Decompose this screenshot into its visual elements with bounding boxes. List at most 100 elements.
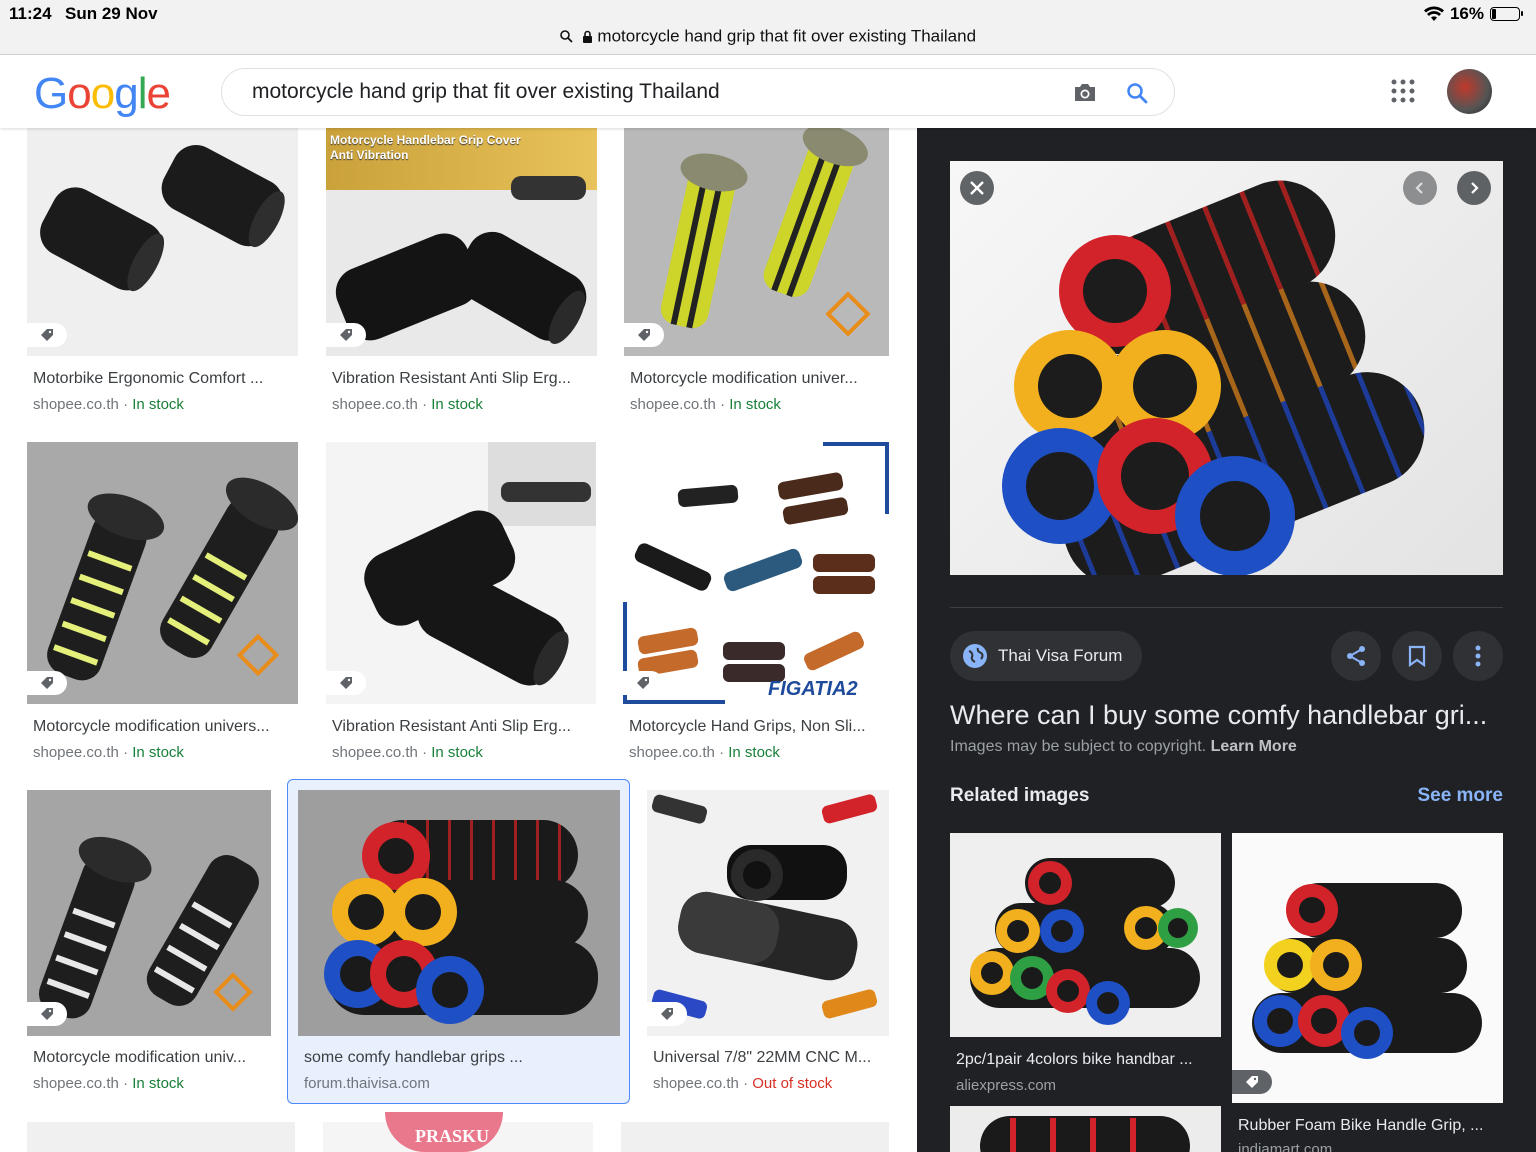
result-card-selected[interactable]: some comfy handlebar grips ... forum.tha… — [298, 790, 620, 1092]
result-source: shopee.co.th · Out of stock — [653, 1075, 833, 1092]
google-logo[interactable]: Google — [34, 69, 171, 119]
result-title: Universal 7/8" 22MM CNC M... — [653, 1049, 872, 1066]
result-thumbnail[interactable] — [27, 128, 298, 356]
status-time: 11:24 — [9, 4, 52, 23]
related-image-partial[interactable] — [950, 1106, 1221, 1152]
preview-title[interactable]: Where can I buy some comfy handlebar gri… — [950, 700, 1487, 731]
result-thumbnail[interactable]: Motorcycle Handlebar Grip Cover Anti Vib… — [326, 128, 597, 356]
share-button[interactable] — [1331, 631, 1381, 681]
copyright-notice: Images may be subject to copyright. Lear… — [950, 738, 1297, 755]
result-thumbnail[interactable] — [647, 790, 889, 1036]
search-submit-icon[interactable] — [1125, 81, 1149, 105]
result-card[interactable]: Vibration Resistant Anti Slip Erg... sho… — [326, 442, 598, 762]
shopping-tag-icon — [623, 671, 663, 695]
result-card[interactable]: Motorcycle modification univers... shope… — [27, 442, 299, 762]
shopping-tag-icon — [326, 671, 366, 695]
result-source: shopee.co.th · In stock — [33, 396, 184, 413]
result-title: Vibration Resistant Anti Slip Erg... — [332, 370, 571, 387]
shopping-tag-icon — [27, 323, 67, 347]
apps-grid-icon[interactable] — [1391, 79, 1415, 103]
result-source: shopee.co.th · In stock — [33, 744, 184, 761]
related-title: Rubber Foam Bike Handle Grip, ... — [1238, 1117, 1484, 1134]
source-chip[interactable]: Thai Visa Forum — [950, 631, 1143, 681]
result-card[interactable]: Universal 7/8" 22MM CNC M... shopee.co.t… — [647, 790, 890, 1092]
result-card[interactable]: Motorbike Ergonomic Comfort ... shopee.c… — [27, 128, 299, 418]
more-vert-icon — [1475, 645, 1481, 667]
status-bar: 11:24 Sun 29 Nov 16% motorcycle hand gri… — [0, 0, 1536, 55]
related-image[interactable] — [950, 833, 1221, 1037]
result-source: shopee.co.th · In stock — [629, 744, 780, 761]
result-card-partial[interactable] — [27, 1122, 295, 1152]
image-results-grid: Motorbike Ergonomic Comfort ... shopee.c… — [0, 128, 917, 1152]
see-more-link[interactable]: See more — [1417, 785, 1503, 807]
wifi-icon — [1423, 6, 1444, 21]
result-source: shopee.co.th · In stock — [33, 1075, 184, 1092]
result-title: Motorcycle Hand Grips, Non Sli... — [629, 718, 866, 735]
shopping-tag-icon — [647, 1002, 687, 1026]
preview-panel: Thai Visa Forum Where can I buy some com… — [917, 128, 1536, 1152]
chevron-left-icon — [1415, 182, 1423, 194]
status-right: 16% — [1423, 4, 1523, 24]
related-image[interactable] — [1232, 833, 1503, 1103]
result-title: Motorbike Ergonomic Comfort ... — [33, 370, 264, 387]
result-title: Motorcycle modification univ... — [33, 1049, 247, 1066]
result-thumbnail[interactable] — [27, 790, 271, 1036]
search-box — [221, 68, 1175, 116]
bookmark-icon — [1408, 645, 1426, 667]
next-button[interactable] — [1457, 171, 1491, 205]
learn-more-link[interactable]: Learn More — [1211, 738, 1297, 755]
related-title: 2pc/1pair 4colors bike handbar ... — [956, 1051, 1193, 1068]
result-title: Vibration Resistant Anti Slip Erg... — [332, 718, 571, 735]
brand-watermark: FIGATIA2 — [768, 678, 858, 700]
close-icon — [970, 181, 984, 195]
shopping-tag-icon — [624, 323, 664, 347]
globe-icon — [963, 644, 987, 668]
related-source: indiamart.com — [1238, 1141, 1333, 1152]
result-card[interactable]: Motorcycle Handlebar Grip Cover Anti Vib… — [326, 128, 598, 418]
result-title: Motorcycle modification univers... — [33, 718, 270, 735]
google-header: Google — [0, 55, 1536, 128]
url-text: motorcycle hand grip that fit over exist… — [597, 26, 977, 46]
result-title: some comfy handlebar grips ... — [304, 1049, 523, 1066]
panel-divider — [950, 607, 1503, 608]
shopping-tag-icon — [1232, 1070, 1272, 1094]
result-thumbnail[interactable] — [326, 442, 596, 704]
shopping-tag-icon — [326, 323, 366, 347]
camera-icon[interactable] — [1072, 81, 1098, 105]
result-card-partial[interactable]: PRASKU — [323, 1112, 593, 1152]
search-input[interactable] — [250, 79, 1034, 105]
more-options-button[interactable] — [1453, 631, 1503, 681]
url-bar[interactable]: motorcycle hand grip that fit over exist… — [0, 26, 1536, 47]
result-thumbnail[interactable]: FIGATIA2 — [623, 442, 889, 704]
result-source: shopee.co.th · In stock — [332, 744, 483, 761]
search-icon — [560, 30, 573, 43]
result-thumbnail[interactable] — [624, 128, 889, 356]
result-card[interactable]: Motorcycle modification univer... shopee… — [624, 128, 890, 418]
battery-icon — [1490, 7, 1523, 21]
status-date: Sun 29 Nov — [65, 4, 158, 23]
related-source: aliexpress.com — [956, 1077, 1057, 1094]
save-button[interactable] — [1392, 631, 1442, 681]
close-button[interactable] — [960, 171, 994, 205]
result-thumbnail[interactable] — [298, 790, 620, 1036]
result-thumbnail[interactable] — [27, 442, 298, 704]
related-images-heading: Related images — [950, 785, 1090, 806]
result-source: shopee.co.th · In stock — [630, 396, 781, 413]
chevron-right-icon — [1471, 182, 1479, 194]
partial-thumbnail-text: PRASKU — [415, 1126, 490, 1146]
lock-icon — [582, 30, 592, 43]
shopping-tag-icon — [27, 1002, 67, 1026]
result-title: Motorcycle modification univer... — [630, 370, 858, 387]
shopping-tag-icon — [27, 671, 67, 695]
result-card[interactable]: FIGATIA2 Motorcycle Hand Grips, Non Sli.… — [623, 442, 890, 762]
source-name: Thai Visa Forum — [998, 646, 1123, 665]
preview-image[interactable] — [950, 161, 1503, 575]
result-card-partial[interactable] — [621, 1122, 889, 1152]
previous-button[interactable] — [1403, 171, 1437, 205]
battery-percent: 16% — [1449, 4, 1484, 23]
result-source: shopee.co.th · In stock — [332, 396, 483, 413]
share-icon — [1347, 646, 1365, 666]
result-card[interactable]: Motorcycle modification univ... shopee.c… — [27, 790, 271, 1092]
account-avatar[interactable] — [1447, 69, 1492, 114]
result-source: forum.thaivisa.com — [304, 1075, 430, 1092]
